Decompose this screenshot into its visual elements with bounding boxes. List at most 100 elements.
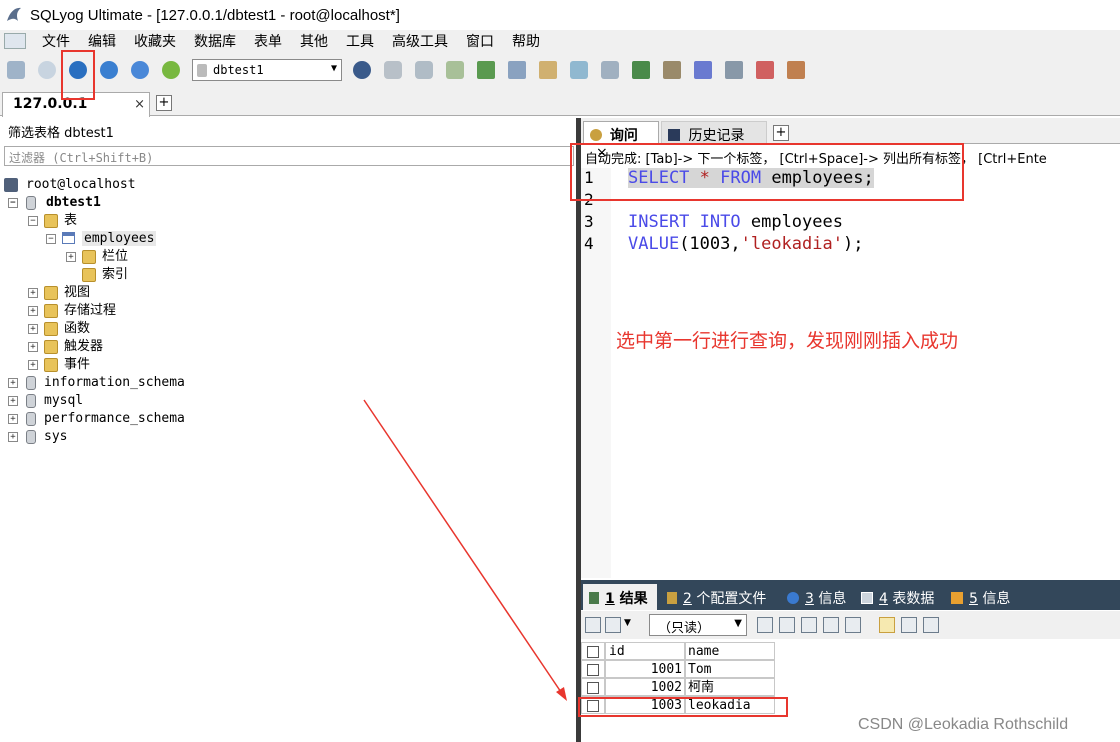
export-grid-icon[interactable] xyxy=(585,617,601,633)
grid-view-icon[interactable] xyxy=(879,617,895,633)
schema-icon[interactable] xyxy=(536,58,560,82)
window-system-icon[interactable] xyxy=(4,33,26,49)
tree-label: 存储过程 xyxy=(64,303,117,318)
expand-icon[interactable]: + xyxy=(28,306,38,316)
tab-query[interactable]: 询问 × xyxy=(583,121,659,161)
refresh-icon[interactable] xyxy=(159,58,183,82)
cancel-icon[interactable] xyxy=(845,617,861,633)
compare-icon[interactable] xyxy=(629,58,653,82)
checkbox[interactable] xyxy=(587,664,599,676)
tree-node-sys[interactable]: + sys xyxy=(4,428,67,446)
menu-other[interactable]: 其他 xyxy=(292,31,338,51)
duplicate-row-icon[interactable] xyxy=(779,617,795,633)
sync-icon[interactable] xyxy=(567,58,591,82)
close-icon[interactable]: × xyxy=(134,97,145,112)
cell-id[interactable]: 1002 xyxy=(605,678,685,696)
add-row-icon[interactable] xyxy=(757,617,773,633)
report-icon[interactable] xyxy=(722,58,746,82)
tab-info-2[interactable]: 5 信息 xyxy=(945,584,1010,610)
new-query-icon[interactable] xyxy=(35,58,59,82)
tree-node-performance-schema[interactable]: + performance_schema xyxy=(4,410,185,428)
readonly-select[interactable]: （只读） ▼ xyxy=(649,614,747,636)
row-select-cell[interactable] xyxy=(581,660,605,678)
database-select[interactable]: dbtest1 ▼ xyxy=(192,59,342,81)
cell-name[interactable]: Tom xyxy=(685,660,775,678)
collapse-icon[interactable]: − xyxy=(8,198,18,208)
menu-database[interactable]: 数据库 xyxy=(186,31,246,51)
menu-advanced-tools[interactable]: 高级工具 xyxy=(384,31,458,51)
tree-node-events[interactable]: + 事件 xyxy=(4,356,90,374)
designer-icon[interactable] xyxy=(784,58,808,82)
row-select-cell[interactable] xyxy=(581,678,605,696)
add-tab-icon[interactable]: + xyxy=(773,125,789,141)
tab-profile[interactable]: 2 个配置文件 xyxy=(661,584,766,610)
select-all-cell[interactable] xyxy=(581,642,605,660)
expand-icon[interactable]: + xyxy=(8,396,18,406)
delete-icon[interactable] xyxy=(823,617,839,633)
copy-grid-icon[interactable] xyxy=(605,617,621,633)
menu-table[interactable]: 表单 xyxy=(246,31,292,51)
expand-icon[interactable]: + xyxy=(8,432,18,442)
transfer-icon[interactable] xyxy=(660,58,684,82)
db-copy-icon[interactable] xyxy=(598,58,622,82)
tree-node-columns[interactable]: + 栏位 xyxy=(4,248,128,266)
chevron-down-icon[interactable]: ▼ xyxy=(624,618,631,628)
tree-node-views[interactable]: + 视图 xyxy=(4,284,90,302)
tree-node-tables[interactable]: − 表 xyxy=(4,212,77,230)
cell-id[interactable]: 1001 xyxy=(605,660,685,678)
expand-icon[interactable]: + xyxy=(28,324,38,334)
menu-file[interactable]: 文件 xyxy=(34,31,80,51)
restore-icon[interactable] xyxy=(412,58,436,82)
collapse-icon[interactable]: − xyxy=(46,234,56,244)
tab-info[interactable]: 3 信息 xyxy=(781,584,846,610)
tree-node-dbtest1[interactable]: − dbtest1 xyxy=(4,194,101,212)
table-data-icon[interactable] xyxy=(505,58,529,82)
export-icon[interactable] xyxy=(474,58,498,82)
tree-label: performance_schema xyxy=(44,411,185,426)
save-icon[interactable] xyxy=(801,617,817,633)
tab-result[interactable]: 1 结果 xyxy=(583,584,657,610)
tree-node-triggers[interactable]: + 触发器 xyxy=(4,338,103,356)
tree-node-mysql[interactable]: + mysql xyxy=(4,392,83,410)
collapse-icon[interactable]: − xyxy=(28,216,38,226)
tree-node-employees[interactable]: − employees xyxy=(4,230,157,248)
column-header-id[interactable]: id xyxy=(605,642,685,660)
menu-edit[interactable]: 编辑 xyxy=(80,31,126,51)
scheduler-icon[interactable] xyxy=(691,58,715,82)
expand-icon[interactable]: + xyxy=(28,288,38,298)
filter-input[interactable]: 过滤器 (Ctrl+Shift+B) xyxy=(4,146,574,166)
folder-icon xyxy=(82,268,96,282)
add-tab-icon[interactable]: + xyxy=(156,95,172,111)
menu-tools[interactable]: 工具 xyxy=(338,31,384,51)
checkbox[interactable] xyxy=(587,682,599,694)
form-view-icon[interactable] xyxy=(901,617,917,633)
tree-node-root[interactable]: root@localhost xyxy=(4,176,136,194)
text-view-icon[interactable] xyxy=(923,617,939,633)
new-connection-icon[interactable] xyxy=(4,58,28,82)
sql-identifier: employees xyxy=(740,212,843,232)
sql-editor[interactable]: 1 2 3 4 SELECT * FROM employees; INSERT … xyxy=(581,168,1120,578)
form-icon[interactable] xyxy=(753,58,777,82)
tree-node-indexes[interactable]: 索引 xyxy=(4,266,128,284)
menu-window[interactable]: 窗口 xyxy=(458,31,504,51)
column-header-name[interactable]: name xyxy=(685,642,775,660)
import-icon[interactable] xyxy=(443,58,467,82)
tab-history[interactable]: 历史记录 xyxy=(661,121,767,144)
user-manager-icon[interactable] xyxy=(350,58,374,82)
checkbox[interactable] xyxy=(587,646,599,658)
expand-icon[interactable]: + xyxy=(28,360,38,370)
expand-icon[interactable]: + xyxy=(28,342,38,352)
cell-name[interactable]: 柯南 xyxy=(685,678,775,696)
tree-node-functions[interactable]: + 函数 xyxy=(4,320,90,338)
expand-icon[interactable]: + xyxy=(8,378,18,388)
stop-query-icon[interactable] xyxy=(128,58,152,82)
execute-all-icon[interactable] xyxy=(97,58,121,82)
menu-help[interactable]: 帮助 xyxy=(504,31,550,51)
tree-node-information-schema[interactable]: + information_schema xyxy=(4,374,185,392)
backup-icon[interactable] xyxy=(381,58,405,82)
expand-icon[interactable]: + xyxy=(66,252,76,262)
tab-table-data[interactable]: 4 表数据 xyxy=(855,584,934,610)
menu-favorites[interactable]: 收藏夹 xyxy=(126,31,186,51)
tree-node-procedures[interactable]: + 存储过程 xyxy=(4,302,116,320)
expand-icon[interactable]: + xyxy=(8,414,18,424)
